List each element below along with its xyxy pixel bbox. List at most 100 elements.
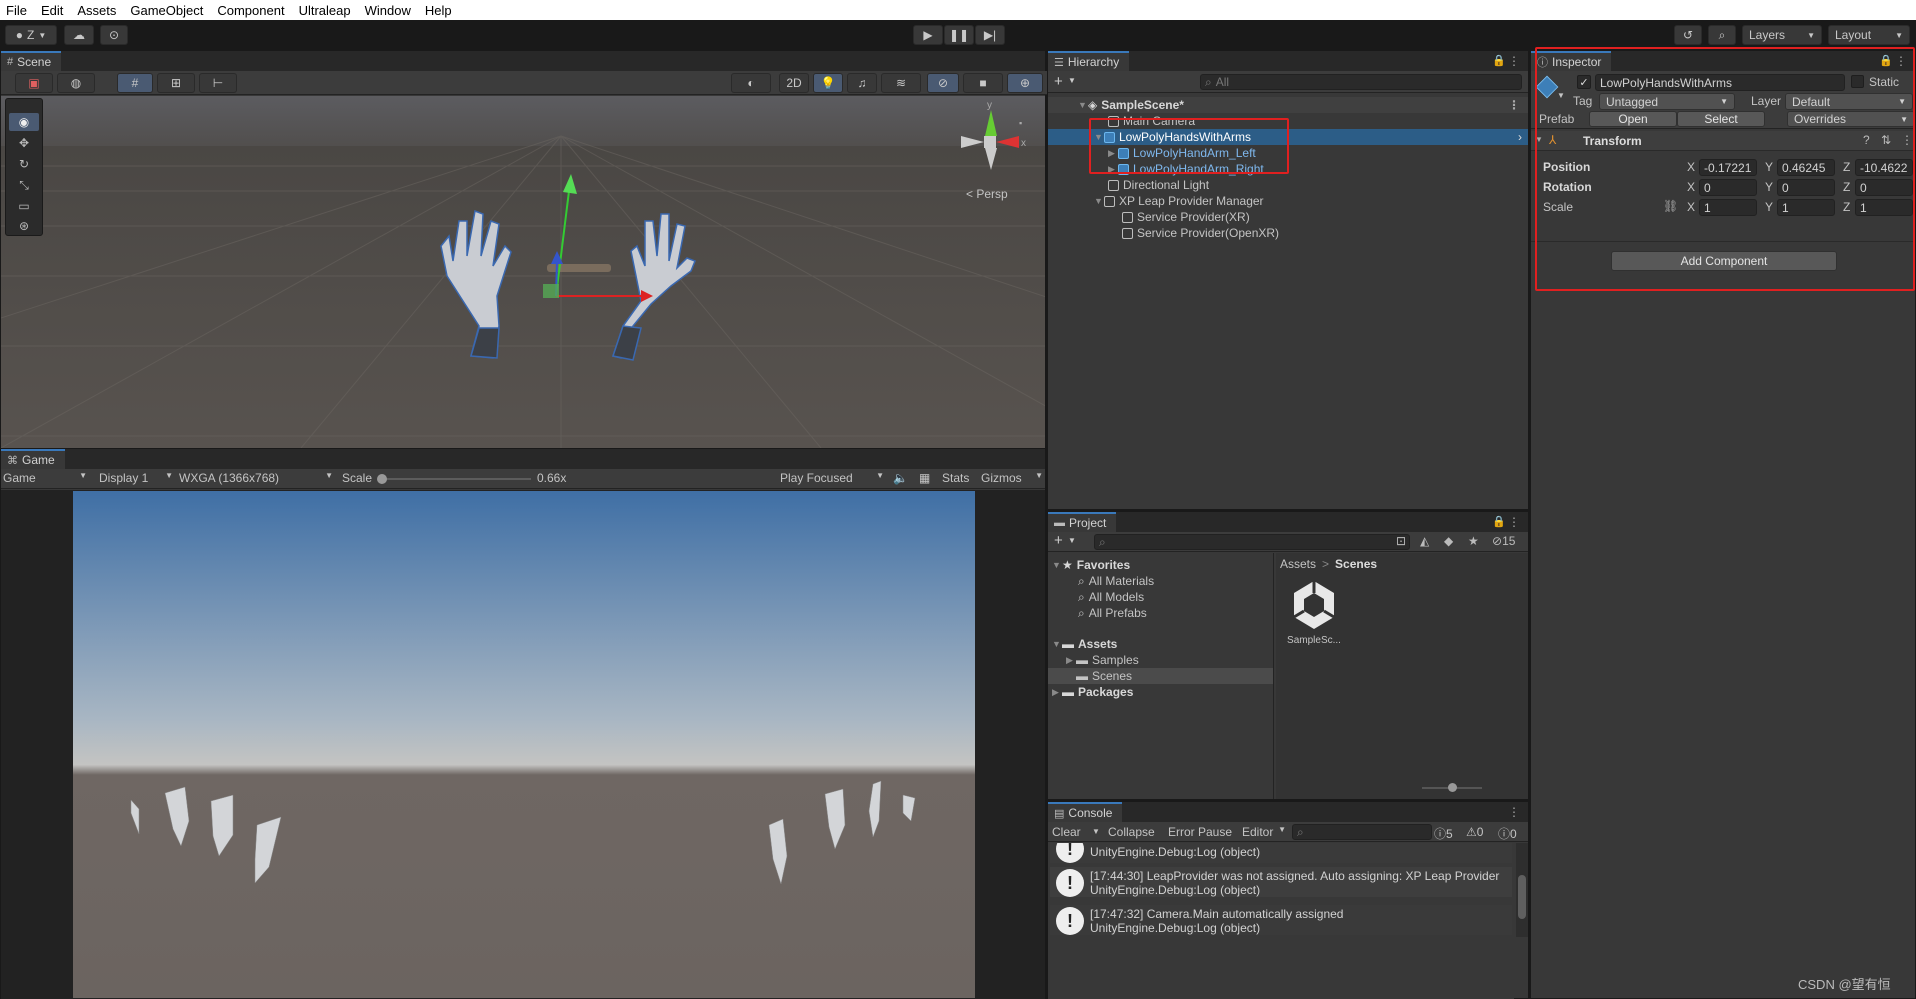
play-focused-dropdown[interactable]: Play Focused ▼ [780,471,884,485]
chevron-down-icon[interactable]: ▼ [1068,536,1076,545]
folder-scenes[interactable]: ▬ Scenes [1048,668,1273,684]
search-by-type-icon[interactable]: ⊡ [1396,534,1406,548]
folder-samples[interactable]: ▶ ▬ Samples [1048,652,1273,668]
menu-component[interactable]: Component [211,3,292,18]
menu-file[interactable]: File [0,3,35,18]
error-count-toggle[interactable]: ⓘ0 [1498,825,1517,842]
error-pause-button[interactable]: Error Pause [1168,825,1232,839]
move-tool-icon[interactable]: ✥ [9,134,39,152]
scene-viewport[interactable]: ▪ y x < Persp ◉ ✥ ↻ ⤡ ▭ ⊛ [1,96,1045,448]
add-icon[interactable]: + [1054,532,1063,549]
tab-project[interactable]: ▬ Project [1048,512,1117,532]
global-button[interactable]: ◍ [57,73,95,93]
lock-icon[interactable]: 🔒 [1492,54,1506,67]
expand-arrow-icon[interactable]: ▼ [1052,560,1062,570]
audio-toggle[interactable]: ♫ [847,73,877,93]
play-button[interactable]: ▶ [913,25,943,45]
rotate-tool-icon[interactable]: ↻ [9,155,39,173]
layout-dropdown[interactable]: Layout ▼ [1828,25,1910,45]
menu-help[interactable]: Help [419,3,460,18]
favorite-all-materials[interactable]: ⌕ All Materials [1048,573,1273,589]
tab-scene[interactable]: # Scene [1,51,62,71]
mute-audio-icon[interactable]: 🔈 [893,471,908,485]
scale-tool-icon[interactable]: ⤡ [9,176,39,194]
console-entry-partial[interactable]: ! UnityEngine.Debug:Log (object) [1050,843,1512,863]
project-search-input[interactable]: ⌕ [1094,534,1410,550]
star-icon[interactable]: ★ [1468,534,1479,548]
lighting-toggle[interactable]: 💡 [813,73,843,93]
expand-arrow-icon[interactable]: ▼ [1078,100,1088,110]
scrollbar-thumb[interactable] [1518,875,1526,919]
more-menu-icon[interactable]: ⋮ [1508,98,1520,112]
2d-toggle[interactable]: 2D [779,73,809,93]
snap-increment-button[interactable]: ⊞ [157,73,195,93]
resolution-dropdown[interactable]: WXGA (1366x768) ▼ [179,471,333,485]
chevron-down-icon[interactable]: ▼ [1068,76,1076,85]
layers-dropdown[interactable]: Layers ▼ [1742,25,1822,45]
collab-button[interactable]: ⊙ [100,25,128,45]
draw-mode-button[interactable]: ▣ [15,73,53,93]
scale-slider[interactable] [377,474,531,484]
warning-count-toggle[interactable]: ⚠0 [1466,825,1483,839]
tree-item-scene[interactable]: ▼ ◈ SampleScene* ⋮ [1048,97,1528,113]
favorites-section[interactable]: ▼ ★ Favorites [1048,557,1273,573]
expand-arrow-icon[interactable]: ▼ [1094,196,1104,206]
account-button[interactable]: ● Z ▼ [5,25,57,45]
console-search-input[interactable]: ⌕ [1292,824,1432,840]
menu-gameobject[interactable]: GameObject [124,3,211,18]
menu-ultraleap[interactable]: Ultraleap [293,3,359,18]
display-dropdown[interactable]: Display 1 ▼ [99,471,173,485]
favorite-all-models[interactable]: ⌕ All Models [1048,589,1273,605]
more-menu-icon[interactable]: ⋮ [1508,54,1520,68]
tree-item-xp-leap-provider-manager[interactable]: ▼ XP Leap Provider Manager [1048,193,1528,209]
icon-size-slider[interactable] [1422,783,1482,792]
hidden-packages-icon[interactable]: ⊘15 [1492,534,1515,548]
scale-slider-thumb[interactable] [377,474,387,484]
gizmos-dropdown[interactable]: Gizmos ▼ [981,471,1043,485]
filter-icon[interactable]: ◭ [1420,534,1429,548]
chevron-down-icon[interactable]: ▼ [1092,827,1100,836]
tree-item-service-provider-openxr[interactable]: Service Provider(OpenXR) [1048,225,1528,241]
tab-game[interactable]: ⌘ Game [1,449,65,469]
more-menu-icon[interactable]: ⋮ [1508,805,1520,819]
tab-hierarchy[interactable]: ☰ Hierarchy [1048,51,1130,71]
pause-button[interactable]: ❚❚ [944,25,974,45]
shading-button[interactable]: ◐ [731,73,771,93]
search-button[interactable]: ⌕ [1708,25,1736,45]
lock-icon[interactable]: 🔒 [1492,515,1506,528]
more-menu-icon[interactable]: ⋮ [1508,515,1520,529]
history-button[interactable]: ↺ [1674,25,1702,45]
expand-arrow-icon[interactable]: ▼ [1052,639,1062,649]
camera-button[interactable]: ■ [963,73,1003,93]
editor-dropdown[interactable]: Editor ▼ [1242,825,1286,839]
collapse-button[interactable]: Collapse [1108,825,1155,839]
grid-snap-button[interactable]: # [117,73,153,93]
visibility-toggle[interactable]: ⊘ [927,73,959,93]
transform-tool-icon[interactable]: ⊛ [9,217,39,235]
gizmos-button[interactable]: ⊕ [1007,73,1043,93]
menu-edit[interactable]: Edit [35,3,71,18]
step-button[interactable]: ▶| [975,25,1005,45]
console-entry[interactable]: ! [17:47:32] Camera.Main automatically a… [1050,905,1512,935]
view-tool-icon[interactable]: ◉ [9,113,39,131]
packages-section[interactable]: ▶ ▬ Packages [1048,684,1273,700]
asset-samplescene[interactable]: SampleSc... [1287,579,1341,653]
tab-console[interactable]: ▤ Console [1048,802,1123,822]
hierarchy-search-input[interactable]: ⌕ All [1200,74,1522,90]
chevron-right-icon[interactable]: › [1518,130,1522,144]
tree-item-service-provider-xr[interactable]: Service Provider(XR) [1048,209,1528,225]
game-render[interactable] [73,491,975,998]
label-icon[interactable]: ◆ [1444,534,1453,548]
breadcrumb-assets[interactable]: Assets [1280,557,1316,571]
effects-button[interactable]: ≋ [881,73,921,93]
menu-window[interactable]: Window [359,3,419,18]
add-icon[interactable]: + [1054,73,1063,90]
game-view-dropdown[interactable]: Game ▼ [3,471,87,485]
console-scrollbar[interactable] [1516,843,1528,937]
icon-size-slider-thumb[interactable] [1448,783,1457,792]
cloud-button[interactable]: ☁ [64,25,94,45]
info-count-toggle[interactable]: ⓘ5 [1434,825,1453,842]
console-entry[interactable]: ! [17:44:30] LeapProvider was not assign… [1050,867,1512,897]
expand-arrow-icon[interactable]: ▶ [1066,655,1076,666]
rect-tool-icon[interactable]: ▭ [9,197,39,215]
